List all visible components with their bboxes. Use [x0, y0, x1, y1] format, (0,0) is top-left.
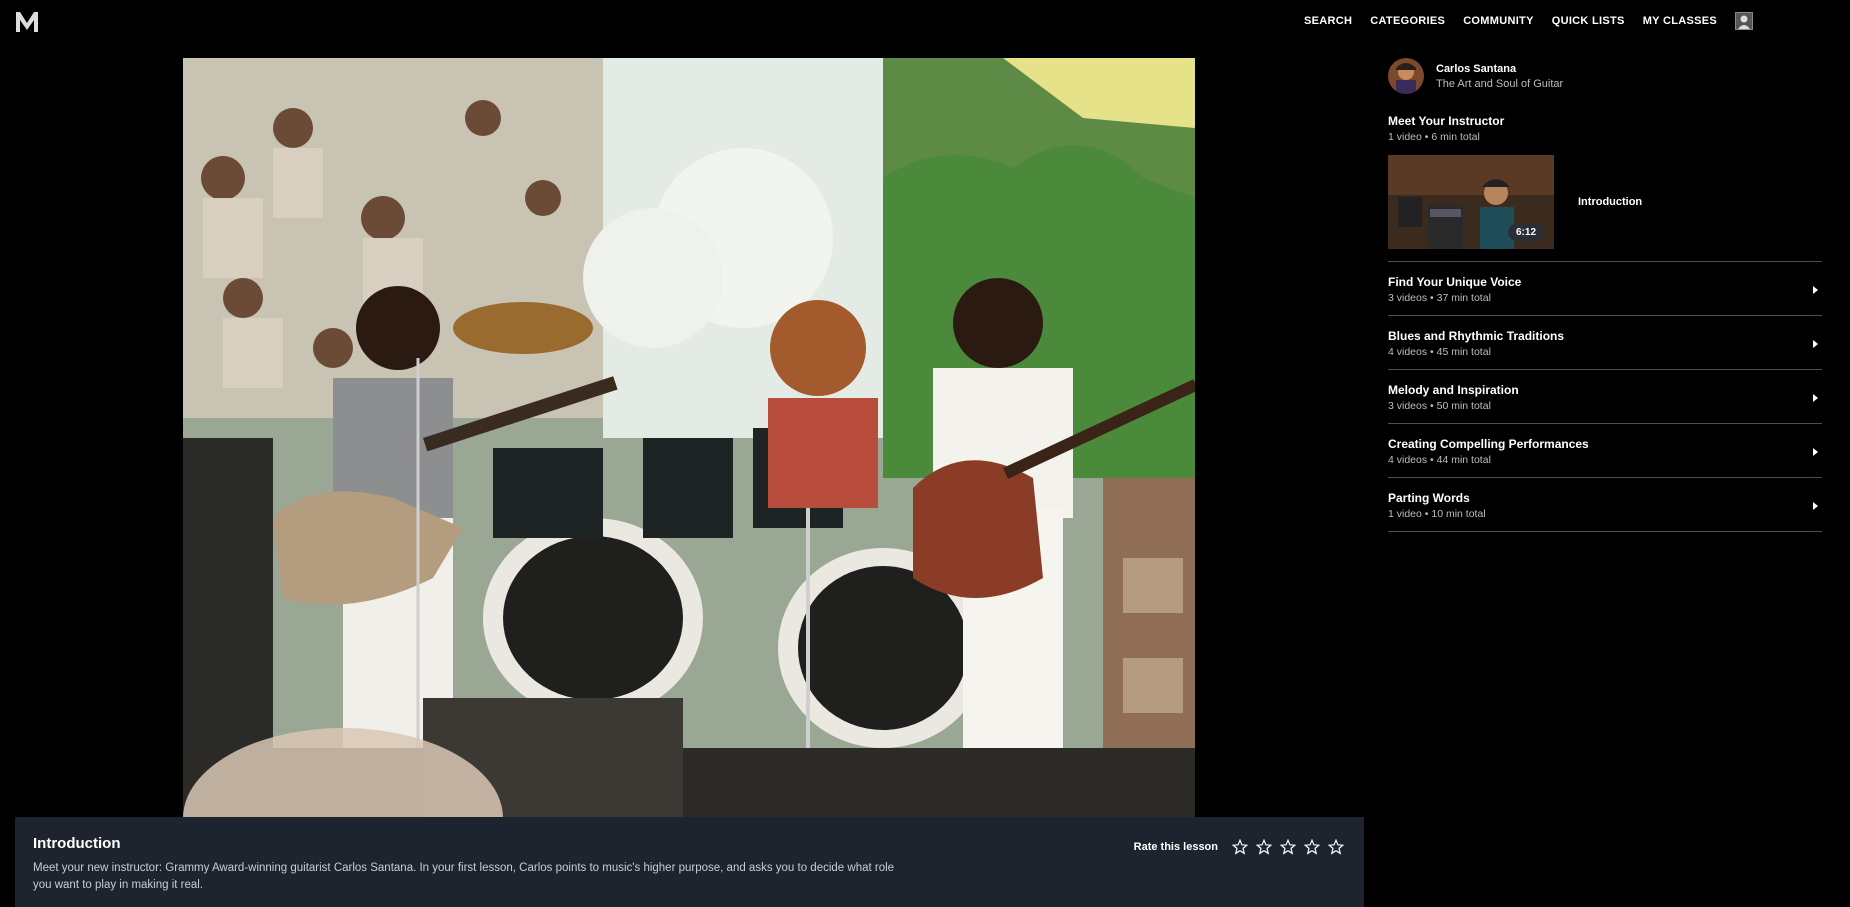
section-creating-compelling-performances[interactable]: Creating Compelling Performances 4 video…: [1388, 424, 1822, 478]
lesson-thumbnail: 6:12: [1388, 155, 1554, 249]
expand-arrow-icon: [1813, 393, 1818, 402]
lesson-duration: 6:12: [1507, 224, 1544, 241]
rating-widget: Rate this lesson: [1134, 839, 1344, 855]
star-5-icon[interactable]: [1328, 839, 1344, 855]
expand-arrow-icon: [1813, 447, 1818, 456]
section-title: Creating Compelling Performances: [1388, 437, 1589, 451]
nav-search[interactable]: SEARCH: [1304, 15, 1352, 27]
instructor-name: Carlos Santana: [1436, 62, 1517, 75]
section-meta: 1 video • 10 min total: [1388, 508, 1486, 520]
top-nav: SEARCH CATEGORIES COMMUNITY QUICK LISTS …: [1304, 12, 1753, 30]
course-sidebar: Carlos Santana The Art and Soul of Guita…: [1388, 58, 1822, 532]
section-melody-and-inspiration[interactable]: Melody and Inspiration 3 videos • 50 min…: [1388, 370, 1822, 424]
section-title: Parting Words: [1388, 491, 1470, 505]
lesson-description: Meet your new instructor: Grammy Award-w…: [33, 862, 895, 891]
lesson-info-panel: Introduction Meet your new instructor: G…: [15, 817, 1364, 907]
section-blues-and-rhythmic-traditions[interactable]: Blues and Rhythmic Traditions 4 videos •…: [1388, 316, 1822, 370]
nav-quick-lists[interactable]: QUICK LISTS: [1552, 15, 1625, 27]
section-meta: 4 videos • 45 min total: [1388, 346, 1491, 358]
section-meta: 4 videos • 44 min total: [1388, 454, 1491, 466]
section-parting-words[interactable]: Parting Words 1 video • 10 min total: [1388, 478, 1822, 532]
masterclass-logo[interactable]: [14, 8, 40, 34]
user-account-icon[interactable]: [1735, 12, 1753, 30]
expand-arrow-icon: [1813, 285, 1818, 294]
star-3-icon[interactable]: [1280, 839, 1296, 855]
nav-categories[interactable]: CATEGORIES: [1370, 15, 1445, 27]
section-title: Find Your Unique Voice: [1388, 275, 1522, 289]
section-meet-your-instructor[interactable]: Meet Your Instructor 1 video • 6 min tot…: [1388, 114, 1822, 143]
section-title: Blues and Rhythmic Traditions: [1388, 329, 1565, 343]
expand-arrow-icon: [1813, 339, 1818, 348]
section-meta: 3 videos • 37 min total: [1388, 292, 1491, 304]
video-frame-image: [183, 58, 1195, 818]
star-4-icon[interactable]: [1304, 839, 1320, 855]
course-header[interactable]: Carlos Santana The Art and Soul of Guita…: [1388, 58, 1822, 94]
expand-arrow-icon: [1813, 501, 1818, 510]
rate-label: Rate this lesson: [1133, 841, 1218, 853]
section-title: Melody and Inspiration: [1388, 383, 1519, 397]
lesson-item-title: Introduction: [1578, 196, 1643, 208]
section-meta: 1 video • 6 min total: [1388, 131, 1480, 143]
section-meta: 3 videos • 50 min total: [1388, 400, 1491, 412]
nav-community[interactable]: COMMUNITY: [1463, 15, 1534, 27]
video-player[interactable]: [183, 58, 1195, 818]
lesson-item-introduction[interactable]: 6:12 Introduction: [1388, 155, 1822, 262]
course-subtitle: The Art and Soul of Guitar: [1436, 77, 1564, 90]
star-2-icon[interactable]: [1256, 839, 1272, 855]
section-title: Meet Your Instructor: [1388, 114, 1505, 128]
instructor-avatar: [1388, 58, 1424, 94]
star-1-icon[interactable]: [1232, 839, 1248, 855]
nav-my-classes[interactable]: MY CLASSES: [1643, 15, 1717, 27]
section-find-your-unique-voice[interactable]: Find Your Unique Voice 3 videos • 37 min…: [1388, 262, 1822, 316]
